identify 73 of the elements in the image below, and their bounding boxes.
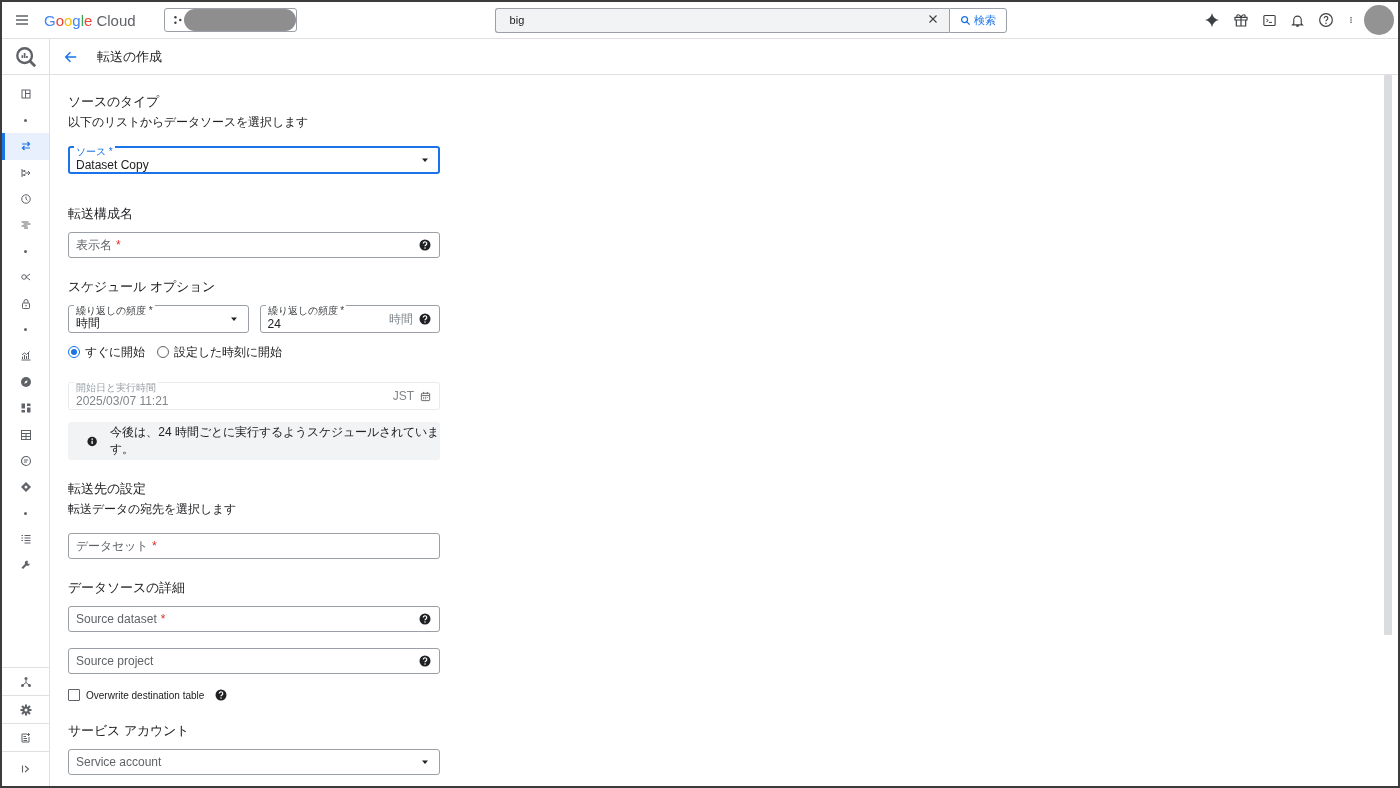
section-heading: 転送構成名 (68, 205, 134, 223)
help-icon[interactable] (1318, 12, 1334, 28)
field-label: 開始日と実行時間 (74, 382, 158, 393)
separator-dot (24, 118, 27, 122)
magnifier-chart-icon[interactable] (14, 45, 37, 68)
dropdown-field[interactable]: Service account (68, 749, 440, 775)
help-icon[interactable] (419, 313, 431, 325)
sidebar-item[interactable] (2, 133, 49, 160)
settings-icon[interactable] (19, 703, 32, 716)
sparkle-icon[interactable] (1204, 12, 1220, 28)
clock-icon (19, 192, 32, 205)
dropdown-field[interactable]: ソース * Dataset Copy (68, 146, 440, 174)
hub-icon[interactable] (19, 675, 32, 688)
section-description: 転送データの宛先を選択します (68, 502, 237, 516)
section-heading: データソースの詳細 (68, 579, 186, 597)
back-arrow-icon[interactable] (64, 49, 78, 64)
diamond-icon (19, 480, 32, 493)
transfer-icon (19, 140, 32, 153)
gift-icon[interactable] (1233, 12, 1249, 28)
field-label: 繰り返しの頻度 * (265, 305, 347, 316)
input-field[interactable]: 繰り返しの頻度 * 24 時間 (259, 305, 440, 333)
section-description: 以下のリストからデータソースを選択します (68, 115, 309, 129)
search-input[interactable]: big (507, 13, 927, 27)
expand-icon[interactable] (19, 763, 32, 775)
input-field[interactable]: 表示名 * (68, 232, 440, 258)
info-icon (87, 435, 98, 447)
section-heading: スケジュール オプション (68, 278, 216, 296)
pipeline-icon (19, 166, 32, 179)
info-text: 今後は、24 時間ごとに実行するようスケジュールされています。 (110, 424, 440, 458)
dropdown-field[interactable]: 繰り返しの頻度 * 時間 (68, 305, 249, 333)
help-icon[interactable] (419, 655, 431, 667)
list-icon (19, 533, 32, 546)
chat-icon (19, 454, 32, 467)
input-field[interactable]: Source project (68, 648, 440, 674)
menu-icon[interactable] (14, 12, 30, 28)
scrollbar[interactable] (1384, 75, 1392, 635)
radio-option[interactable]: 設定した時刻に開始 (157, 343, 282, 361)
search-icon (959, 14, 971, 26)
table-icon (19, 428, 32, 441)
search-button[interactable]: 検索 (948, 7, 1007, 33)
close-icon[interactable] (926, 13, 939, 25)
wrench-icon (19, 559, 32, 572)
chart-icon (19, 349, 32, 362)
layout-icon (19, 88, 32, 101)
help-icon[interactable] (419, 239, 431, 251)
hub-icon (172, 14, 183, 26)
separator-dot (24, 249, 27, 253)
separator-dot (24, 328, 27, 332)
dashboard-icon (19, 402, 32, 415)
help-icon[interactable] (215, 689, 228, 701)
field-label: 繰り返しの頻度 * (74, 305, 155, 316)
section-heading: サービス アカウント (68, 722, 190, 740)
field-label: ソース * (74, 146, 115, 157)
input-field[interactable]: Source dataset * (68, 606, 440, 632)
terminal-icon[interactable] (1262, 12, 1277, 28)
help-icon[interactable] (419, 613, 431, 625)
input-field[interactable]: データセット * (68, 533, 440, 559)
filter-list-icon (19, 219, 32, 232)
release-notes-icon[interactable] (19, 731, 32, 744)
google-cloud-logo[interactable]: Google Cloud (44, 11, 136, 29)
separator-dot (24, 511, 27, 515)
date-time-field: 開始日と実行時間 2025/03/07 11:21 JST (68, 382, 440, 410)
section-heading: 転送先の設定 (68, 480, 147, 498)
section-heading: ソースのタイプ (68, 93, 161, 111)
project-picker[interactable] (163, 8, 297, 32)
search-field[interactable]: big (494, 7, 949, 33)
notifications-icon[interactable] (1290, 12, 1305, 28)
compass-icon (19, 376, 32, 389)
avatar[interactable] (1364, 5, 1394, 35)
checkbox-option[interactable]: Overwrite destination table (68, 688, 210, 702)
radio-option[interactable]: すぐに開始 (68, 343, 145, 361)
lock-icon (19, 297, 32, 310)
page-title: 転送の作成 (97, 47, 162, 66)
